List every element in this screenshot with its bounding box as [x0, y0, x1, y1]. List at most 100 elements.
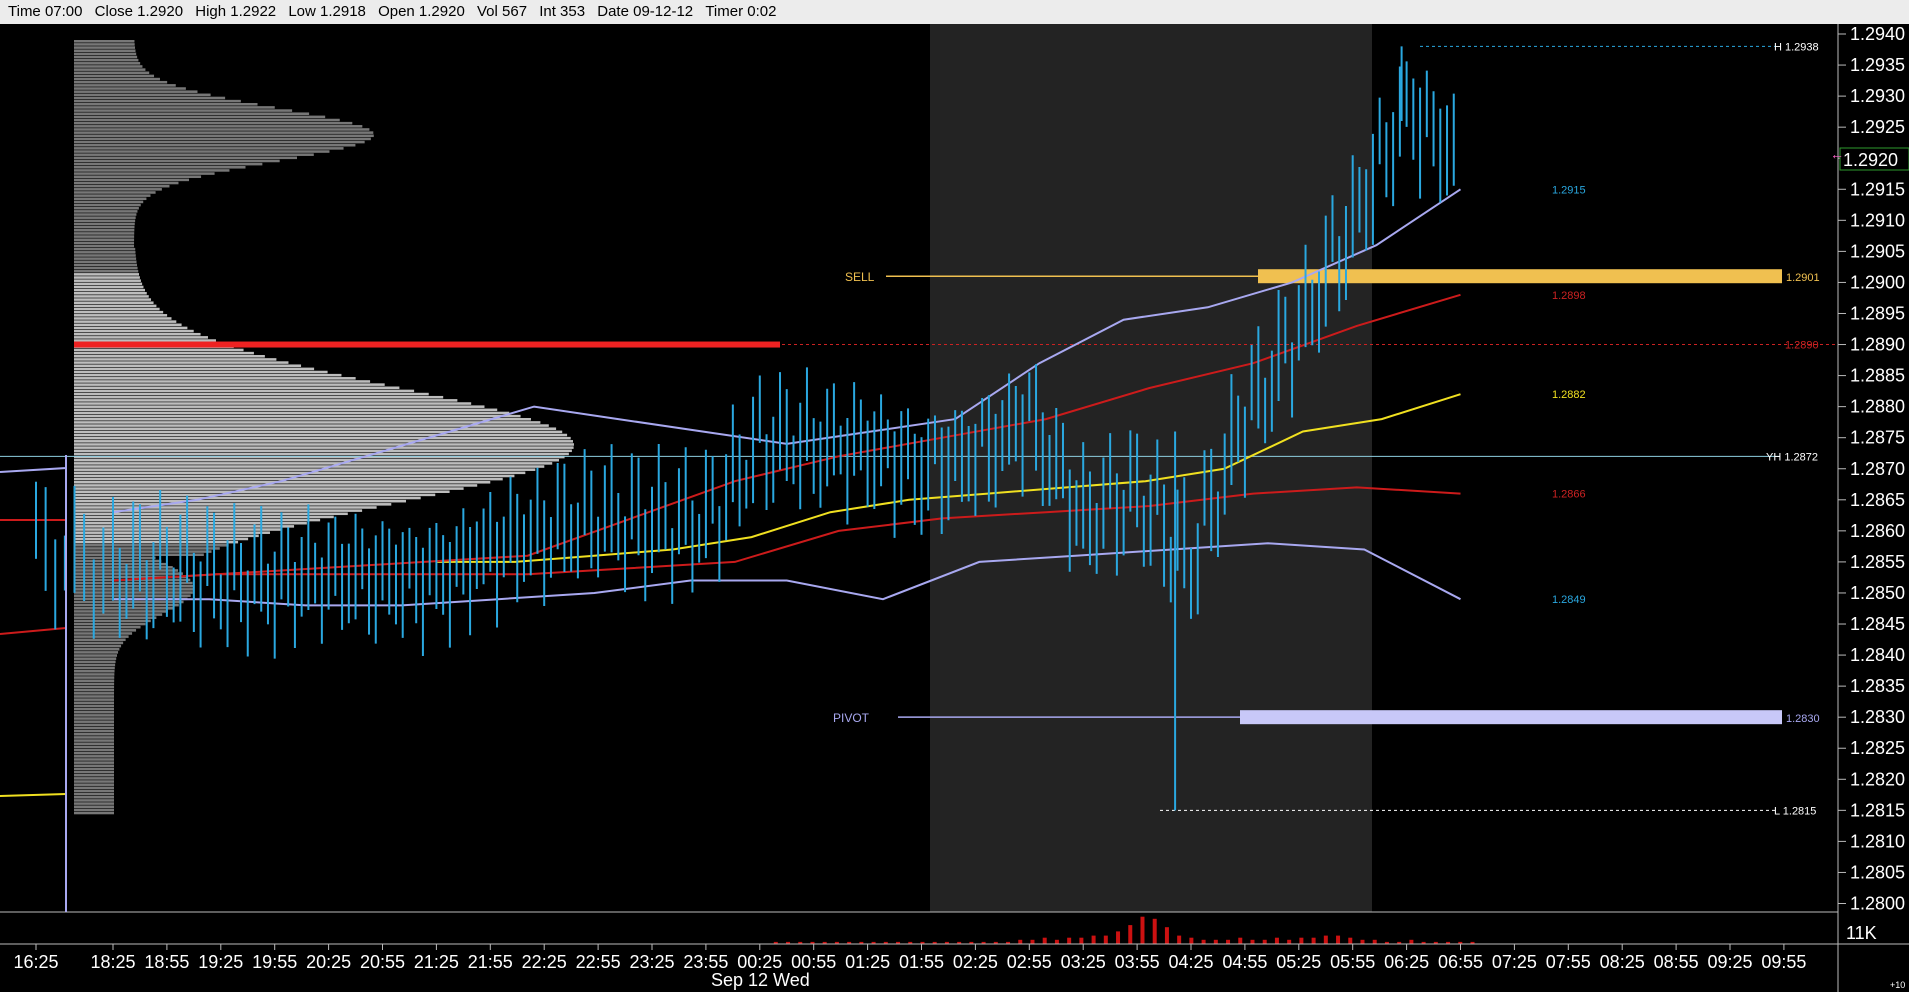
timer-readout: Timer 0:02 [705, 3, 777, 20]
profile-row [74, 547, 220, 550]
profile-row [74, 780, 114, 783]
low-level-label: L 1.2815 [1774, 805, 1816, 817]
lower-band-label: 1.2849 [1552, 594, 1586, 606]
profile-row [74, 518, 321, 522]
x-tick-label: 21:55 [468, 952, 513, 972]
volume-bar [1128, 925, 1133, 944]
profile-row [74, 377, 356, 380]
profile-row [74, 77, 160, 81]
profile-row [74, 241, 135, 245]
x-tick-label: 00:25 [737, 952, 782, 972]
profile-row [74, 295, 149, 298]
profile-row [74, 150, 330, 153]
profile-row [74, 191, 156, 194]
x-tick-label: 07:55 [1546, 952, 1591, 972]
profile-row [74, 370, 328, 374]
x-tick-label: 16:25 [13, 952, 58, 972]
profile-row [74, 43, 135, 46]
y-tick-label: 1.2800 [1850, 894, 1905, 914]
profile-row [74, 137, 371, 141]
profile-row [74, 770, 114, 774]
profile-row [74, 336, 208, 339]
profile-row [74, 326, 188, 330]
profile-row [74, 140, 365, 144]
x-tick-label: 06:25 [1384, 952, 1429, 972]
profile-row [74, 811, 114, 815]
profile-row [74, 348, 244, 352]
profile-row [74, 625, 141, 629]
profile-row [74, 172, 215, 175]
y-tick-label: 1.2870 [1850, 459, 1905, 479]
profile-row [74, 367, 315, 371]
profile-row [74, 679, 115, 682]
profile-row [74, 714, 115, 717]
profile-row [74, 323, 182, 327]
x-tick-label: 18:55 [144, 952, 189, 972]
profile-row [74, 471, 526, 475]
profile-row [74, 745, 114, 749]
profile-row [74, 418, 531, 421]
profile-row [74, 682, 115, 686]
profile-row [74, 767, 114, 771]
profile-row [74, 238, 135, 241]
profile-row [74, 310, 164, 314]
profile-row [74, 115, 326, 119]
volume-bar [1054, 939, 1059, 944]
profile-row [74, 613, 163, 616]
volume-bar [1103, 935, 1108, 944]
y-tick-label: 1.2845 [1850, 614, 1905, 634]
x-tick-label: 19:55 [252, 952, 297, 972]
profile-row [74, 235, 135, 238]
y-tick-label: 1.2880 [1850, 397, 1905, 417]
profile-row [74, 695, 115, 698]
profile-row [74, 408, 498, 412]
profile-row [74, 68, 146, 71]
profile-row [74, 389, 415, 393]
price-chart[interactable]: H 1.2938 L 1.2815 YH 1.2872 1.2890 SELL 1.290… [0, 24, 1909, 992]
profile-row [74, 666, 115, 670]
profile-row [74, 143, 356, 147]
y-tick-label: 1.2855 [1850, 552, 1905, 572]
profile-row [74, 783, 114, 786]
volume-bar [1164, 927, 1169, 944]
profile-row [74, 222, 135, 226]
profile-row [74, 544, 229, 547]
profile-row [74, 651, 119, 654]
y-tick-label: 1.2840 [1850, 645, 1905, 665]
y-tick-label: 1.2885 [1850, 366, 1905, 386]
pivot-zone [1240, 710, 1782, 725]
profile-row [74, 197, 147, 201]
volume-bar [1067, 937, 1072, 944]
yellow-level-label: 1.2882 [1552, 389, 1586, 401]
profile-row [74, 216, 136, 219]
volume-bar [1299, 937, 1304, 944]
profile-row [74, 244, 135, 248]
y-tick-label: 1.2825 [1850, 738, 1905, 758]
profile-row [74, 704, 115, 708]
profile-row [74, 742, 114, 745]
profile-row [74, 175, 202, 178]
profile-row [74, 276, 140, 279]
y-tick-label: 1.2805 [1850, 862, 1905, 882]
profile-row [74, 399, 458, 402]
profile-row [74, 414, 521, 418]
profile-row [74, 619, 151, 623]
profile-row [74, 153, 314, 156]
x-tick-label: 09:25 [1707, 952, 1752, 972]
profile-row [74, 733, 115, 736]
x-tick-label: 01:55 [899, 952, 944, 972]
x-tick-label: 22:55 [576, 952, 621, 972]
profile-row [74, 49, 136, 52]
profile-row [74, 254, 136, 257]
profile-row [74, 484, 478, 487]
profile-row [74, 707, 115, 711]
x-tick-label: 00:55 [791, 952, 836, 972]
volume-bar [1213, 939, 1218, 944]
volume-axis-label: 11K [1846, 923, 1877, 943]
profile-row [74, 380, 371, 383]
profile-row [74, 773, 114, 777]
volume-bar [1336, 935, 1341, 944]
y-tick-label: 1.2910 [1850, 210, 1905, 230]
current-price-label: 1.2920 [1843, 150, 1898, 170]
x-tick-label: 22:25 [522, 952, 567, 972]
